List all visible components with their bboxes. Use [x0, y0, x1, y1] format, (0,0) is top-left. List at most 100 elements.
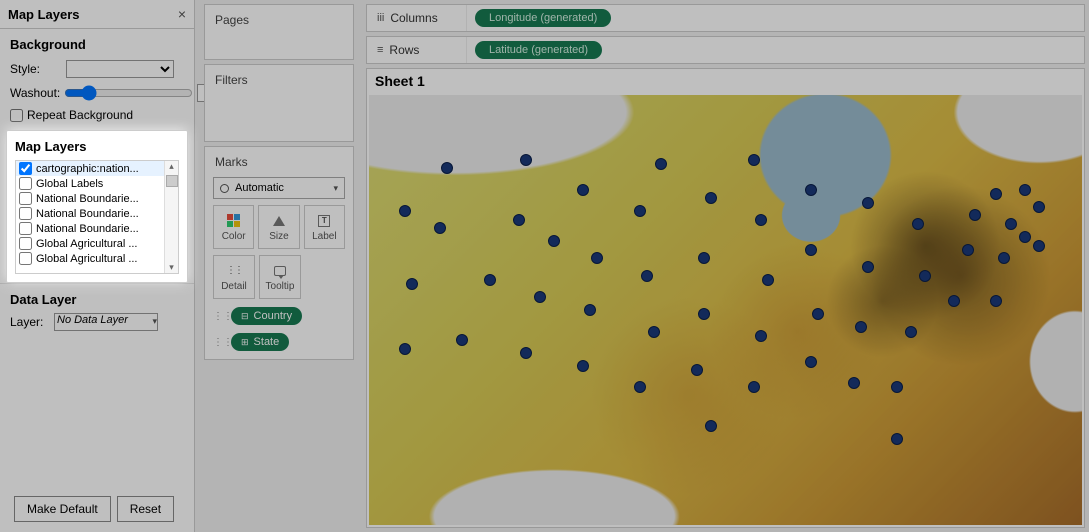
cards-column: Pages Filters Marks Automatic ▾ Color Si… — [200, 0, 358, 532]
data-point[interactable] — [998, 252, 1010, 264]
data-point[interactable] — [698, 252, 710, 264]
make-default-button[interactable]: Make Default — [14, 496, 111, 522]
data-point[interactable] — [634, 205, 646, 217]
data-point[interactable] — [406, 278, 418, 290]
map-layer-item[interactable]: cartographic:nation... — [16, 161, 164, 176]
background-title: Background — [10, 37, 184, 52]
dimension-pill[interactable]: ⊞State — [231, 333, 289, 351]
layer-select[interactable]: No Data Layer ▾ — [54, 313, 158, 331]
data-point[interactable] — [634, 381, 646, 393]
data-point[interactable] — [591, 252, 603, 264]
data-point[interactable] — [520, 154, 532, 166]
data-point[interactable] — [1033, 201, 1045, 213]
map-layer-item[interactable]: National Boundarie... — [16, 221, 164, 236]
dimension-pill[interactable]: ⊟Country — [231, 307, 302, 325]
data-point[interactable] — [855, 321, 867, 333]
filters-card[interactable]: Filters — [204, 64, 354, 142]
map-layer-checkbox[interactable] — [19, 177, 32, 190]
data-point[interactable] — [513, 214, 525, 226]
scroll-up-icon[interactable]: ▴ — [169, 161, 174, 172]
data-point[interactable] — [691, 364, 703, 376]
rows-pill[interactable]: Latitude (generated) — [475, 41, 602, 59]
data-point[interactable] — [912, 218, 924, 230]
reset-button[interactable]: Reset — [117, 496, 174, 522]
scrollbar[interactable]: ▴ ▾ — [164, 161, 178, 273]
mark-type-select[interactable]: Automatic ▾ — [213, 177, 345, 199]
data-point[interactable] — [755, 330, 767, 342]
data-point[interactable] — [548, 235, 560, 247]
data-point[interactable] — [441, 162, 453, 174]
repeat-bg-checkbox[interactable] — [10, 109, 23, 122]
data-point[interactable] — [748, 154, 760, 166]
data-point[interactable] — [1019, 231, 1031, 243]
data-point[interactable] — [1005, 218, 1017, 230]
data-point[interactable] — [762, 274, 774, 286]
data-point[interactable] — [862, 197, 874, 209]
data-point[interactable] — [648, 326, 660, 338]
data-point[interactable] — [962, 244, 974, 256]
data-point[interactable] — [891, 381, 903, 393]
data-point[interactable] — [698, 308, 710, 320]
data-point[interactable] — [919, 270, 931, 282]
data-point[interactable] — [456, 334, 468, 346]
columns-pill[interactable]: Longitude (generated) — [475, 9, 611, 27]
data-point[interactable] — [584, 304, 596, 316]
data-point[interactable] — [805, 184, 817, 196]
data-point[interactable] — [705, 420, 717, 432]
detail-button[interactable]: Detail — [213, 255, 255, 299]
map-layer-item[interactable]: National Boundarie... — [16, 191, 164, 206]
data-point[interactable] — [891, 433, 903, 445]
data-point[interactable] — [1019, 184, 1031, 196]
data-point[interactable] — [948, 295, 960, 307]
washout-slider[interactable] — [64, 85, 193, 101]
data-point[interactable] — [577, 184, 589, 196]
data-point[interactable] — [520, 347, 532, 359]
map-layer-item[interactable]: Global Agricultural ... — [16, 236, 164, 251]
data-point[interactable] — [534, 291, 546, 303]
rows-shelf[interactable]: ≡Rows Latitude (generated) — [366, 36, 1085, 64]
map-layer-checkbox[interactable] — [19, 162, 32, 175]
pages-card[interactable]: Pages — [204, 4, 354, 60]
data-point[interactable] — [399, 343, 411, 355]
label-button[interactable]: TLabel — [304, 205, 345, 249]
tooltip-button[interactable]: Tooltip — [259, 255, 301, 299]
data-point[interactable] — [484, 274, 496, 286]
data-point[interactable] — [755, 214, 767, 226]
data-point[interactable] — [748, 381, 760, 393]
hierarchy-icon: ⊟ — [241, 311, 249, 322]
map-layer-item[interactable]: Global Labels — [16, 176, 164, 191]
scroll-down-icon[interactable]: ▾ — [169, 262, 174, 273]
data-point[interactable] — [805, 244, 817, 256]
map-layer-item[interactable]: Global Agricultural ... — [16, 251, 164, 266]
data-point[interactable] — [399, 205, 411, 217]
scroll-thumb[interactable] — [166, 175, 178, 187]
map-layer-checkbox[interactable] — [19, 222, 32, 235]
data-point[interactable] — [812, 308, 824, 320]
data-point[interactable] — [655, 158, 667, 170]
data-point[interactable] — [848, 377, 860, 389]
close-icon[interactable]: × — [178, 6, 186, 22]
data-point[interactable] — [862, 261, 874, 273]
map-layers-panel: Map Layers × Background Style: Washout: … — [0, 0, 195, 532]
data-point[interactable] — [990, 295, 1002, 307]
data-point[interactable] — [434, 222, 446, 234]
map-layer-checkbox[interactable] — [19, 192, 32, 205]
data-point[interactable] — [905, 326, 917, 338]
data-point[interactable] — [805, 356, 817, 368]
data-point[interactable] — [1033, 240, 1045, 252]
data-point[interactable] — [577, 360, 589, 372]
map-layer-item[interactable]: National Boundarie... — [16, 206, 164, 221]
map-layer-checkbox[interactable] — [19, 252, 32, 265]
map-layer-checkbox[interactable] — [19, 207, 32, 220]
map-canvas[interactable] — [369, 95, 1082, 525]
data-point[interactable] — [990, 188, 1002, 200]
columns-shelf[interactable]: iiiColumns Longitude (generated) — [366, 4, 1085, 32]
data-point[interactable] — [705, 192, 717, 204]
data-point[interactable] — [641, 270, 653, 282]
map-layer-checkbox[interactable] — [19, 237, 32, 250]
map-layers-list[interactable]: cartographic:nation...Global LabelsNatio… — [15, 160, 179, 274]
data-point[interactable] — [969, 209, 981, 221]
style-select[interactable] — [66, 60, 174, 78]
size-button[interactable]: Size — [258, 205, 299, 249]
color-button[interactable]: Color — [213, 205, 254, 249]
